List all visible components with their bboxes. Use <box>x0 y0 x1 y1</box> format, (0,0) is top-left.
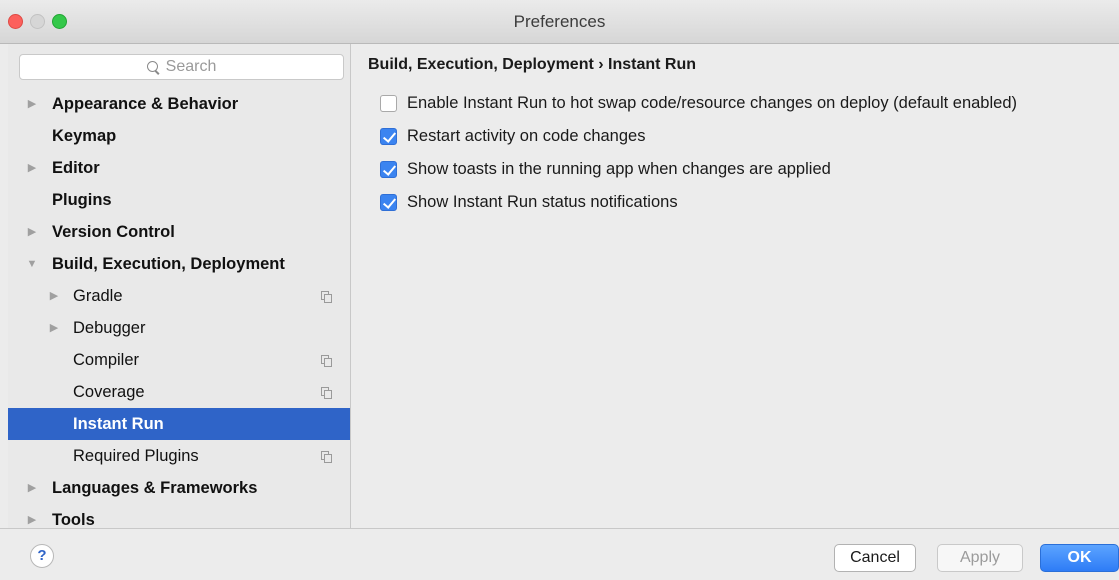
option-status-notifications[interactable]: Show Instant Run status notifications <box>380 191 678 213</box>
preferences-window: Preferences Search ▶ Appearance & Behavi… <box>0 0 1119 580</box>
title-bar: Preferences <box>0 0 1119 44</box>
tree-item-compiler[interactable]: Compiler <box>8 344 350 376</box>
tree-item-instant-run[interactable]: Instant Run <box>8 408 350 440</box>
option-restart-activity[interactable]: Restart activity on code changes <box>380 125 645 147</box>
cancel-button[interactable]: Cancel <box>834 544 916 572</box>
restart-activity-checkbox[interactable] <box>380 127 397 145</box>
project-settings-icon <box>321 387 332 399</box>
option-enable-instant-run[interactable]: Enable Instant Run to hot swap code/reso… <box>380 92 1017 114</box>
tree-item-gradle[interactable]: ▶ Gradle <box>8 280 350 312</box>
expand-arrow-icon[interactable]: ▶ <box>26 504 38 528</box>
tree-item-keymap[interactable]: Keymap <box>8 120 350 152</box>
project-settings-icon <box>321 291 332 303</box>
tree-item-plugins[interactable]: Plugins <box>8 184 350 216</box>
expand-arrow-icon[interactable]: ▶ <box>26 88 38 120</box>
show-toasts-checkbox[interactable] <box>380 160 397 178</box>
expand-arrow-icon[interactable]: ▶ <box>26 216 38 248</box>
settings-content-panel: Build, Execution, Deployment › Instant R… <box>352 44 1119 528</box>
tree-item-version-control[interactable]: ▶ Version Control <box>8 216 350 248</box>
option-label: Show toasts in the running app when chan… <box>407 159 831 178</box>
tree-item-debugger[interactable]: ▶ Debugger <box>8 312 350 344</box>
collapse-arrow-icon[interactable]: ▼ <box>26 248 38 280</box>
tree-item-tools[interactable]: ▶ Tools <box>8 504 350 528</box>
option-label: Show Instant Run status notifications <box>407 192 678 211</box>
dialog-button-bar: ? Cancel Apply OK <box>0 528 1119 580</box>
ok-button[interactable]: OK <box>1040 544 1119 572</box>
enable-instant-run-checkbox[interactable] <box>380 94 397 112</box>
expand-arrow-icon[interactable]: ▶ <box>26 472 38 504</box>
project-settings-icon <box>321 355 332 367</box>
tree-item-coverage[interactable]: Coverage <box>8 376 350 408</box>
tree-item-languages-frameworks[interactable]: ▶ Languages & Frameworks <box>8 472 350 504</box>
tree-item-editor[interactable]: ▶ Editor <box>8 152 350 184</box>
tree-item-required-plugins[interactable]: Required Plugins <box>8 440 350 472</box>
option-label: Enable Instant Run to hot swap code/reso… <box>407 93 1017 112</box>
tree-item-build-execution-deployment[interactable]: ▼ Build, Execution, Deployment <box>8 248 350 280</box>
option-label: Restart activity on code changes <box>407 126 646 145</box>
status-notifications-checkbox[interactable] <box>380 193 397 211</box>
help-button[interactable]: ? <box>30 544 54 568</box>
search-icon <box>146 60 160 74</box>
expand-arrow-icon[interactable]: ▶ <box>48 312 60 344</box>
window-title: Preferences <box>513 12 606 31</box>
project-settings-icon <box>321 451 332 463</box>
apply-button[interactable]: Apply <box>937 544 1023 572</box>
search-input[interactable]: Search <box>19 54 344 80</box>
settings-tree: ▶ Appearance & Behavior Keymap ▶ Editor … <box>8 88 350 528</box>
settings-sidebar: Search ▶ Appearance & Behavior Keymap ▶ … <box>8 44 351 528</box>
tree-item-appearance-behavior[interactable]: ▶ Appearance & Behavior <box>8 88 350 120</box>
breadcrumb: Build, Execution, Deployment › Instant R… <box>368 56 697 73</box>
expand-arrow-icon[interactable]: ▶ <box>48 280 60 312</box>
expand-arrow-icon[interactable]: ▶ <box>26 152 38 184</box>
search-placeholder: Search <box>165 58 217 75</box>
option-show-toasts[interactable]: Show toasts in the running app when chan… <box>380 158 831 180</box>
